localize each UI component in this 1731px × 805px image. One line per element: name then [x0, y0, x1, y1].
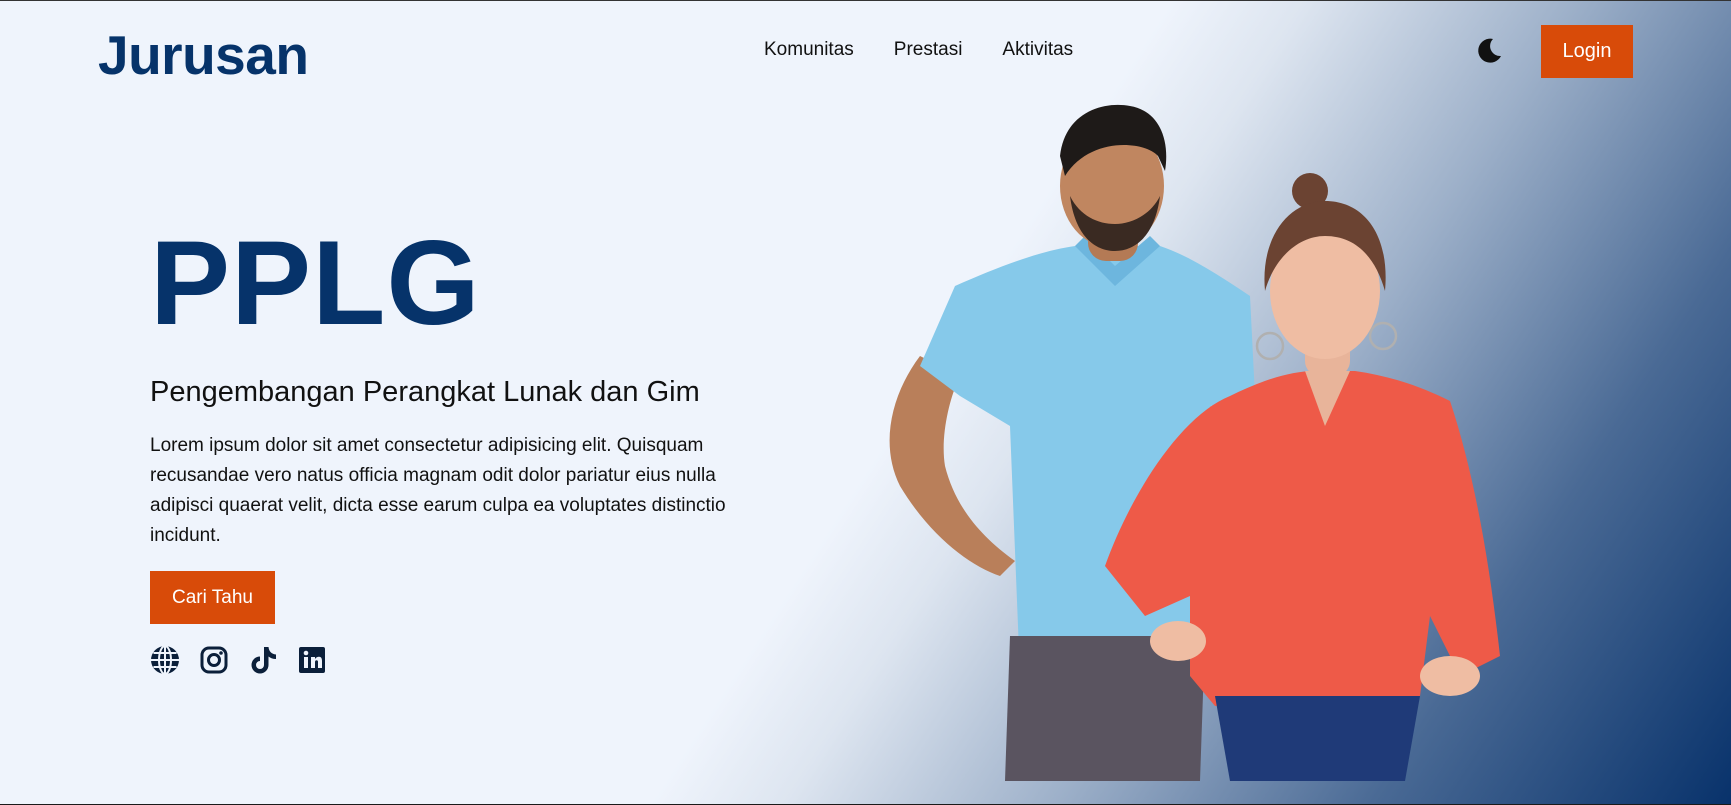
login-button[interactable]: Login	[1541, 25, 1633, 78]
hero-subtitle: Pengembangan Perangkat Lunak dan Gim	[150, 376, 700, 408]
moon-icon[interactable]	[1474, 36, 1504, 66]
cari-tahu-button[interactable]: Cari Tahu	[150, 571, 275, 624]
globe-icon[interactable]	[149, 644, 181, 676]
linkedin-icon[interactable]	[296, 644, 328, 676]
main-nav: Komunitas Prestasi Aktivitas	[764, 39, 1073, 61]
brand-logo[interactable]: Jurusan	[98, 23, 309, 87]
instagram-icon[interactable]	[198, 644, 230, 676]
nav-aktivitas[interactable]: Aktivitas	[1002, 39, 1073, 61]
nav-komunitas[interactable]: Komunitas	[764, 39, 854, 61]
tiktok-icon[interactable]	[247, 644, 279, 676]
hero-people-image	[889, 104, 1500, 781]
social-links	[149, 644, 328, 676]
hero-title: PPLG	[150, 216, 481, 350]
hero-description: Lorem ipsum dolor sit amet consectetur a…	[150, 435, 726, 546]
nav-prestasi[interactable]: Prestasi	[894, 39, 963, 61]
